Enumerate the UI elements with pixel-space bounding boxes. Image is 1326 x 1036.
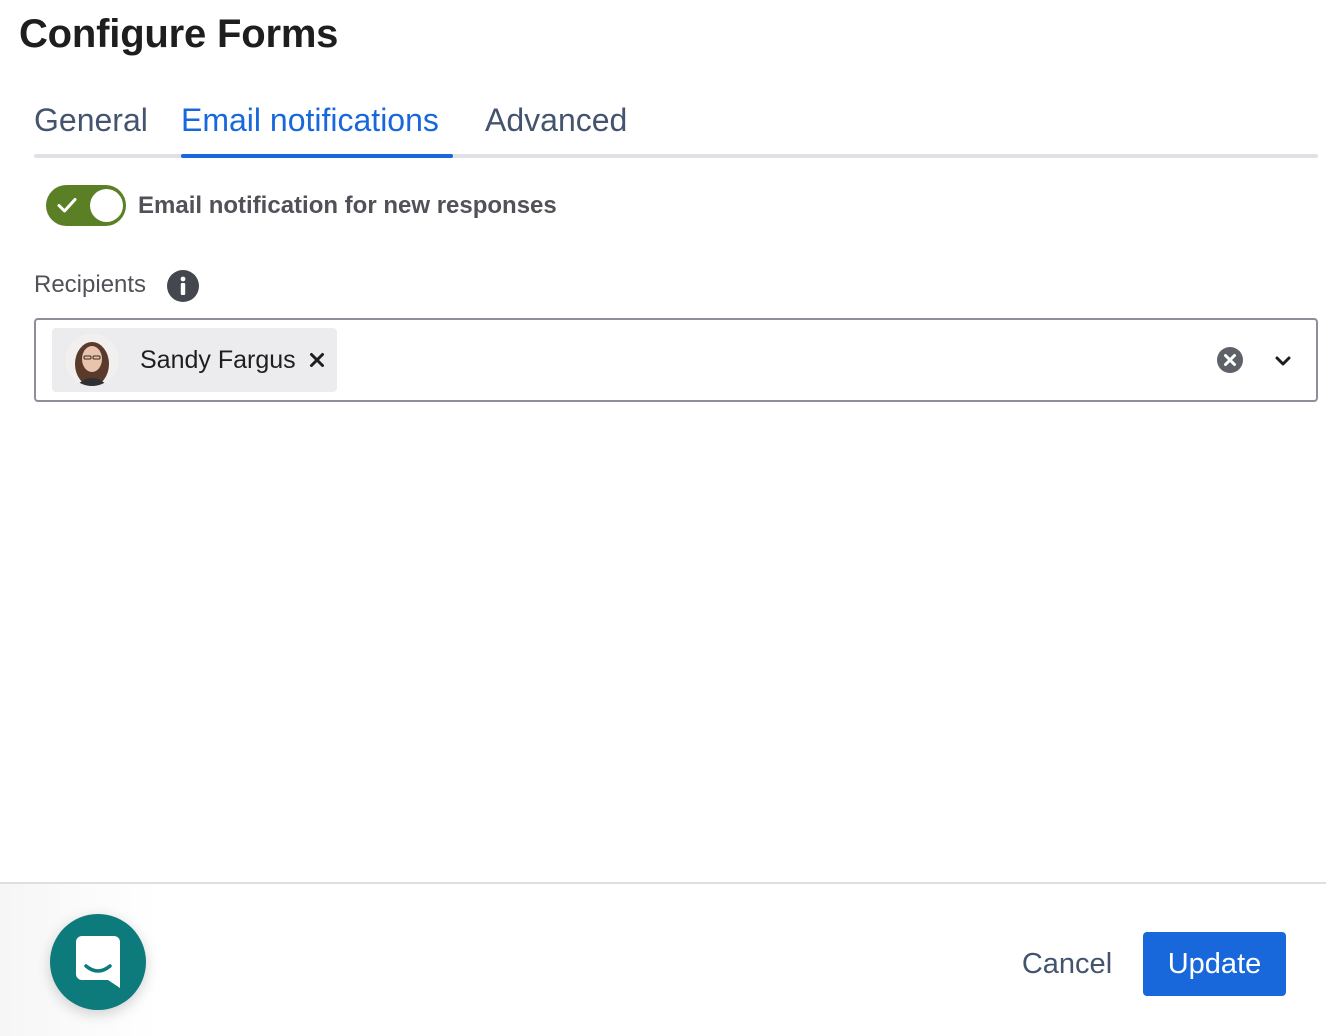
email-notification-toggle[interactable]	[46, 185, 126, 226]
active-tab-indicator	[181, 154, 453, 158]
recipients-select[interactable]: Sandy Fargus	[34, 318, 1318, 402]
chat-bubble-icon	[76, 936, 120, 988]
remove-recipient-icon[interactable]	[307, 350, 327, 370]
tab-bar: General Email notifications Advanced	[34, 92, 1318, 158]
tab-general[interactable]: General	[34, 98, 148, 142]
check-icon	[57, 198, 77, 213]
info-icon[interactable]	[167, 270, 199, 302]
tab-email-notifications[interactable]: Email notifications	[181, 98, 439, 142]
cancel-button[interactable]: Cancel	[1004, 932, 1130, 996]
chevron-down-icon[interactable]	[1272, 350, 1294, 372]
recipients-label: Recipients	[34, 271, 147, 298]
tab-advanced[interactable]: Advanced	[485, 98, 627, 142]
recipient-name: Sandy Fargus	[140, 346, 296, 374]
avatar	[66, 334, 118, 386]
recipient-chip: Sandy Fargus	[52, 328, 337, 392]
user-photo-icon	[66, 334, 118, 386]
clear-circle-icon[interactable]	[1216, 346, 1244, 374]
page-title: Configure Forms	[19, 12, 339, 56]
email-notification-label: Email notification for new responses	[138, 192, 557, 219]
update-button[interactable]: Update	[1143, 932, 1286, 996]
toggle-knob	[90, 189, 123, 222]
chat-launcher-button[interactable]	[50, 914, 146, 1010]
footer-divider	[0, 882, 1326, 884]
